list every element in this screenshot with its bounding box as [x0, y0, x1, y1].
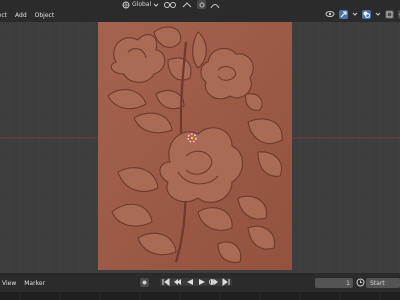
clock-icon[interactable] [356, 278, 365, 287]
snap-icon[interactable] [181, 1, 193, 9]
menu-object[interactable]: Object [35, 12, 55, 19]
chevron-down-icon[interactable] [352, 11, 358, 17]
menu-add[interactable]: Add [15, 12, 27, 19]
jump-start-icon[interactable] [162, 278, 170, 286]
xray-icon[interactable] [385, 9, 394, 19]
transform-orientation-icon [122, 1, 130, 8]
orientation-dropdown[interactable]: Global [122, 1, 159, 9]
jump-end-icon[interactable] [222, 278, 230, 286]
shading-tools [325, 9, 400, 19]
viewport-header: lect Add Object Global [0, 0, 400, 22]
menu-marker[interactable]: Marker [24, 280, 45, 287]
play-reverse-icon[interactable] [186, 278, 194, 286]
timeline-menu: View Marker [2, 280, 45, 287]
menu-view[interactable]: View [2, 280, 16, 287]
timeline-track[interactable] [0, 292, 400, 300]
falloff-icon[interactable] [210, 1, 220, 9]
carved-relief-panel[interactable] [98, 22, 292, 270]
record-controls [140, 278, 149, 287]
timeline-header: View Marker 1 Start [0, 273, 400, 300]
menu-select[interactable]: lect [0, 12, 7, 19]
pivot-icon[interactable] [163, 1, 177, 9]
chevron-down-icon [153, 3, 159, 7]
visibility-icon[interactable] [325, 9, 335, 19]
viewport-gizmo-icon[interactable] [339, 9, 348, 19]
keying-controls [208, 278, 216, 286]
record-button[interactable] [140, 278, 149, 287]
proportional-edit-icon[interactable] [197, 0, 207, 9]
overlay-icon[interactable] [362, 9, 371, 19]
start-frame-field[interactable]: Start [366, 278, 400, 288]
keying-dot-icon[interactable] [208, 278, 216, 286]
header-menu: lect Add Object [0, 12, 54, 19]
orientation-label: Global [132, 1, 152, 8]
play-icon[interactable] [198, 278, 206, 286]
current-frame-value: 1 [346, 279, 350, 287]
playback-controls [160, 278, 232, 286]
start-frame-label: Start [370, 279, 385, 287]
current-frame-field[interactable]: 1 [315, 278, 353, 288]
transform-tools: Global [122, 0, 220, 9]
3d-viewport[interactable] [0, 22, 400, 273]
prev-keyframe-icon[interactable] [174, 278, 182, 286]
chevron-down-icon[interactable] [375, 11, 381, 17]
